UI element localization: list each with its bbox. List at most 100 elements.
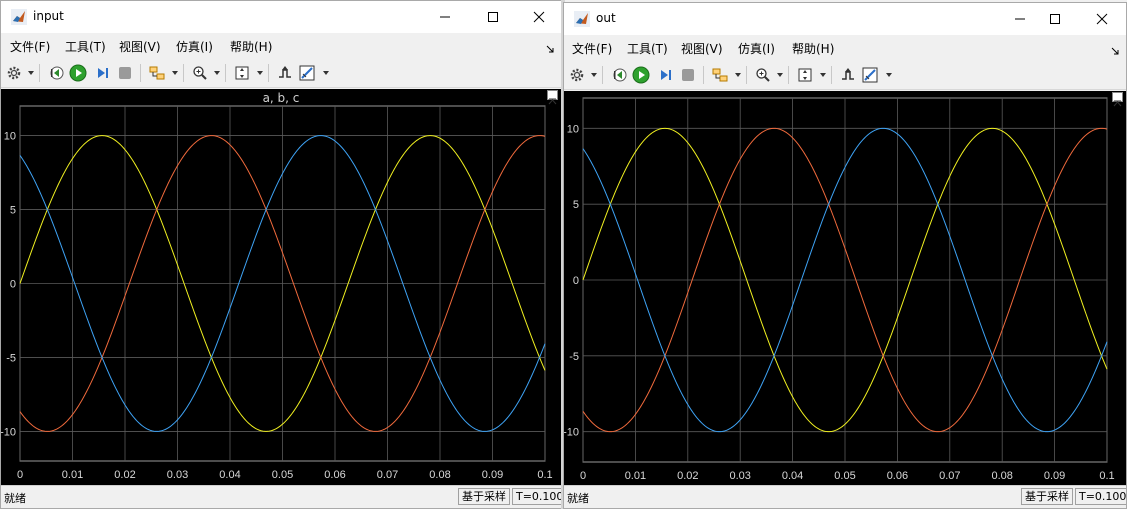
settings-gear-icon[interactable]: [567, 65, 587, 85]
highlight-block-icon[interactable]: [710, 65, 730, 85]
x-tick-label: 0.09: [482, 469, 503, 481]
toolbar-separator: [268, 64, 269, 82]
x-tick-label: 0.06: [887, 470, 908, 482]
window-title: input: [33, 9, 64, 23]
toolbar-separator: [183, 64, 184, 82]
zoom-in-icon[interactable]: [190, 63, 210, 83]
zoom-in-icon[interactable]: [753, 65, 773, 85]
scope-plot-area[interactable]: a, b, c 0 0.01 0.02 0.03 0.04 0.05 0.06 0.07 0.0…: [1, 89, 561, 487]
cursor-measurements-icon[interactable]: [861, 65, 881, 85]
stop-icon[interactable]: [115, 63, 135, 83]
x-tick-label: 0.02: [677, 470, 698, 482]
chevron-down-icon[interactable]: [591, 73, 597, 77]
menu-dock-arrow-icon[interactable]: [1110, 41, 1120, 55]
step-forward-icon[interactable]: [656, 65, 676, 85]
menu-help[interactable]: 帮助(H): [792, 40, 834, 57]
toolbar: [564, 61, 1126, 90]
menu-view[interactable]: 视图(V): [119, 38, 161, 55]
close-button[interactable]: [525, 5, 553, 29]
y-tick-label: 0: [10, 279, 16, 291]
y-tick-label: -10: [0, 426, 16, 438]
window-title: out: [596, 11, 616, 25]
cursor-measurements-icon[interactable]: [298, 63, 318, 83]
chevron-down-icon[interactable]: [323, 71, 329, 75]
status-text: 就绪: [567, 492, 589, 505]
y-tick-label: -10: [563, 427, 579, 439]
scope-plot-area[interactable]: 0 0.01 0.02 0.03 0.04 0.05 0.06 0.07 0.08 0.09 0.1…: [564, 91, 1126, 487]
chevron-down-icon[interactable]: [735, 73, 741, 77]
toolbar-separator: [703, 66, 704, 84]
title-bar[interactable]: out: [564, 3, 1126, 35]
toolbar-separator: [746, 66, 747, 84]
settings-gear-icon[interactable]: [4, 63, 24, 83]
menu-simulation[interactable]: 仿真(I): [738, 40, 775, 57]
x-tick-label: 0.09: [1044, 470, 1065, 482]
x-tick-label: 0.03: [167, 469, 188, 481]
x-tick-label: 0.07: [939, 470, 960, 482]
matlab-icon: [574, 11, 590, 27]
menu-bar: 文件(F) 工具(T) 视图(V) 仿真(I) 帮助(H): [564, 37, 1126, 57]
minimize-button[interactable]: [431, 5, 459, 29]
x-tick-label: 0.07: [377, 469, 398, 481]
menu-tools[interactable]: 工具(T): [65, 38, 106, 55]
triggers-icon[interactable]: [275, 63, 295, 83]
x-tick-label: 0.05: [272, 469, 293, 481]
close-button[interactable]: [1088, 7, 1116, 31]
chevron-down-icon[interactable]: [28, 71, 34, 75]
chevron-down-icon[interactable]: [172, 71, 178, 75]
sample-mode-badge: 基于采样: [458, 488, 510, 505]
x-tick-label: 0.04: [219, 469, 240, 481]
x-tick-label: 0.08: [429, 469, 450, 481]
step-back-icon[interactable]: [609, 65, 629, 85]
triggers-icon[interactable]: [838, 65, 858, 85]
time-readout: T=0.100: [512, 488, 561, 505]
title-bar[interactable]: input: [1, 1, 561, 33]
plot-svg: 0 0.01 0.02 0.03 0.04 0.05 0.06 0.07 0.08 0.09 0.1…: [563, 97, 1115, 482]
x-tick-label: 0.1: [1099, 470, 1114, 482]
menu-file[interactable]: 文件(F): [10, 38, 50, 55]
y-tick-label: -5: [6, 352, 16, 364]
toolbar-separator: [225, 64, 226, 82]
step-back-icon[interactable]: [46, 63, 66, 83]
chevron-down-icon[interactable]: [886, 73, 892, 77]
chevron-down-icon[interactable]: [257, 71, 263, 75]
highlight-block-icon[interactable]: [147, 63, 167, 83]
toolbar-separator: [140, 64, 141, 82]
x-tick-label: 0.05: [834, 470, 855, 482]
matlab-icon: [11, 9, 27, 25]
chevron-down-icon[interactable]: [214, 71, 220, 75]
maximize-button[interactable]: [479, 5, 507, 29]
status-text: 就绪: [4, 492, 26, 505]
menu-help[interactable]: 帮助(H): [230, 38, 272, 55]
toolbar-separator: [602, 66, 603, 84]
x-tick-label: 0.01: [625, 470, 646, 482]
x-tick-label: 0.08: [991, 470, 1012, 482]
autoscale-icon[interactable]: [232, 63, 252, 83]
x-tick-label: 0: [17, 469, 23, 481]
menu-tools[interactable]: 工具(T): [627, 40, 668, 57]
run-icon[interactable]: [68, 63, 88, 83]
menu-dock-arrow-icon[interactable]: [545, 39, 555, 53]
time-readout: T=0.100: [1075, 488, 1126, 505]
menu-file[interactable]: 文件(F): [572, 40, 612, 57]
step-forward-icon[interactable]: [93, 63, 113, 83]
x-tick-label: 0.01: [62, 469, 83, 481]
minimize-button[interactable]: [1006, 7, 1034, 31]
toolbar: [1, 59, 561, 88]
chevron-down-icon[interactable]: [777, 73, 783, 77]
run-icon[interactable]: [631, 65, 651, 85]
maximize-button[interactable]: [1041, 7, 1069, 31]
menu-view[interactable]: 视图(V): [681, 40, 723, 57]
y-tick-label: 5: [10, 205, 16, 217]
autoscale-icon[interactable]: [795, 65, 815, 85]
y-tick-label: 10: [4, 131, 16, 143]
y-tick-label: 10: [567, 123, 579, 135]
chevron-down-icon[interactable]: [820, 73, 826, 77]
menu-simulation[interactable]: 仿真(I): [176, 38, 213, 55]
y-tick-label: 5: [573, 199, 579, 211]
status-bar: 就绪 基于采样 T=0.100: [564, 485, 1126, 508]
scope-window-out: out 文件(F) 工具(T) 视图(V) 仿真(I) 帮助(H) 0 0.01…: [563, 2, 1127, 509]
stop-icon[interactable]: [678, 65, 698, 85]
x-tick-label: 0.03: [729, 470, 750, 482]
x-tick-label: 0.02: [114, 469, 135, 481]
